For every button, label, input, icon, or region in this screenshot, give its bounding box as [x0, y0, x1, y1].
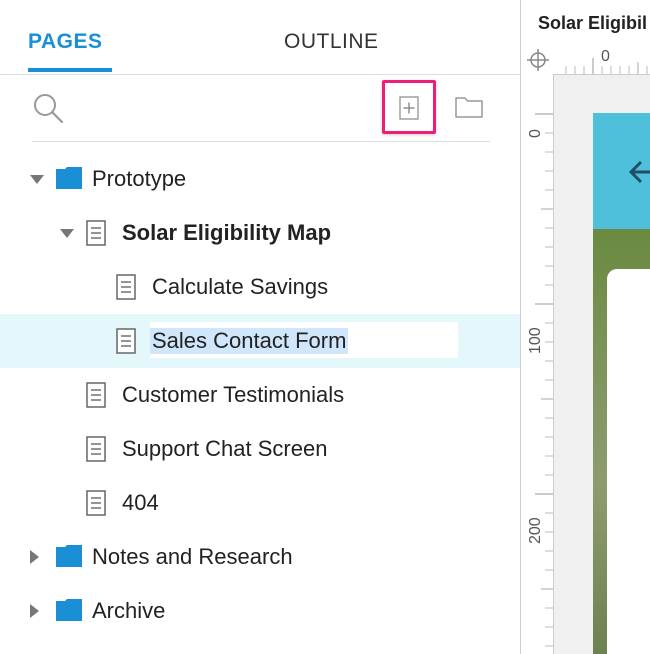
active-tab-indicator: [28, 68, 112, 72]
ruler-ticks: [535, 113, 553, 647]
page-icon: [86, 490, 106, 516]
tree-item-sales-contact-form[interactable]: Sales Contact Form: [0, 314, 520, 368]
tree-item-notes-and-research[interactable]: Notes and Research: [0, 530, 520, 584]
tree-item-support-chat-screen[interactable]: Support Chat Screen: [0, 422, 520, 476]
expand-caret-icon[interactable]: [30, 550, 39, 564]
horizontal-ruler[interactable]: 0: [521, 44, 650, 75]
page-icon: [86, 382, 106, 408]
tree-item-label: Notes and Research: [92, 544, 293, 569]
page-icon: [116, 328, 136, 354]
ruler-label: 0: [527, 129, 544, 138]
document-tab[interactable]: Solar Eligibil: [521, 0, 650, 45]
tree-item-solar-eligibility-map[interactable]: Solar Eligibility Map: [0, 206, 520, 260]
artboard-card: [607, 269, 650, 654]
panel-tabs: PAGES OUTLINE: [0, 0, 520, 75]
tree-item-calculate-savings[interactable]: Calculate Savings: [0, 260, 520, 314]
folder-icon: [56, 599, 82, 621]
add-page-button[interactable]: [382, 80, 436, 134]
tree-item-prototype[interactable]: Prototype: [0, 152, 520, 206]
back-arrow-icon: [628, 160, 650, 184]
add-folder-icon[interactable]: [454, 93, 484, 119]
tree-item-customer-testimonials[interactable]: Customer Testimonials: [0, 368, 520, 422]
ruler-label: 200: [527, 517, 544, 544]
expand-caret-icon[interactable]: [60, 229, 74, 238]
page-icon: [86, 436, 106, 462]
tab-outline[interactable]: OUTLINE: [284, 30, 379, 54]
folder-icon: [56, 167, 82, 189]
expand-caret-icon[interactable]: [30, 175, 44, 184]
ruler-label: 100: [527, 327, 544, 354]
document-tab-label: Solar Eligibil: [538, 13, 648, 33]
tree-item-label: Sales Contact Form: [150, 328, 349, 354]
page-icon: [116, 274, 136, 300]
search-icon[interactable]: [32, 92, 66, 126]
tree-item-label: Calculate Savings: [152, 274, 329, 299]
design-canvas[interactable]: Solar Eligibil 0 0 100 200: [520, 0, 650, 654]
tree-item-label: Solar Eligibility Map: [122, 220, 332, 245]
folder-icon: [56, 545, 82, 567]
tab-pages[interactable]: PAGES: [28, 30, 102, 54]
tree-item-label: Support Chat Screen: [122, 436, 328, 461]
add-page-icon: [399, 96, 419, 120]
pages-panel: PAGES OUTLINE Prototype Solar Eligibilit…: [0, 0, 520, 654]
toolbar-divider: [32, 141, 490, 142]
artboard-preview[interactable]: [593, 113, 650, 654]
tree-item-404[interactable]: 404: [0, 476, 520, 530]
pages-toolbar: [0, 75, 520, 141]
crosshair-icon[interactable]: [527, 49, 549, 71]
tree-item-label: 404: [122, 490, 159, 515]
artboard-header: [593, 113, 650, 229]
tree-item-archive[interactable]: Archive: [0, 584, 520, 638]
page-icon: [86, 220, 106, 246]
tree-item-label: Archive: [92, 598, 166, 623]
tree-item-label: Customer Testimonials: [122, 382, 345, 407]
tree-item-label: Prototype: [92, 166, 187, 191]
vertical-ruler[interactable]: 0 100 200: [521, 74, 554, 654]
expand-caret-icon[interactable]: [30, 604, 39, 618]
ruler-label: 0: [601, 48, 610, 65]
